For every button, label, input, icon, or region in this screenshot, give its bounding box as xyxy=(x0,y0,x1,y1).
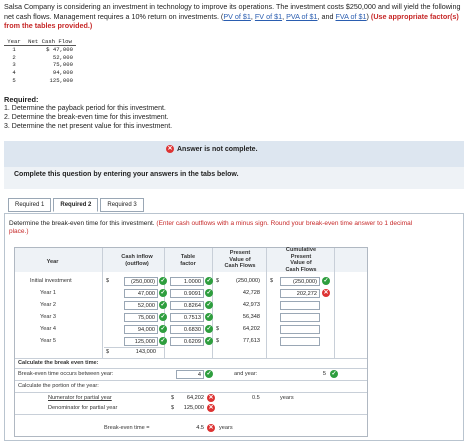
check-circle-icon: ✓ xyxy=(159,313,167,321)
portion-label: Calculate the portion of the year: xyxy=(18,383,99,389)
check-circle-icon: ✓ xyxy=(205,370,213,378)
break-even-unit: years xyxy=(219,425,233,431)
tab-bar: Required 1 Required 2 Required 3 xyxy=(8,198,146,212)
cash-input[interactable]: (250,000) xyxy=(124,277,158,286)
cum-input[interactable] xyxy=(280,313,320,322)
pv-value: 56,348 xyxy=(222,313,262,322)
fv-table-link[interactable]: FV of $1 xyxy=(255,12,282,21)
row-label: Year 5 xyxy=(40,338,56,344)
net-cash-flow-table: Year Net Cash Flow 1 $ 47,000 2 52,000 3 75… xyxy=(4,38,76,84)
factor-input[interactable]: 0.6209 xyxy=(170,337,204,346)
years-label: years xyxy=(280,395,294,401)
x-circle-icon: ✕ xyxy=(207,394,215,402)
tab-required-2[interactable]: Required 2 xyxy=(53,198,99,212)
pv-value: (250,000) xyxy=(222,277,262,286)
factor-input[interactable]: 0.6830 xyxy=(170,325,204,334)
row-label: Initial investment xyxy=(30,278,72,284)
required-item: 2. Determine the break-even time for thi… xyxy=(4,113,169,121)
problem-intro: Salsa Company is considering an investme… xyxy=(4,2,461,30)
tab-required-3[interactable]: Required 3 xyxy=(100,198,144,212)
check-circle-icon: ✓ xyxy=(205,301,213,309)
pv-value: 42,973 xyxy=(222,301,262,310)
check-circle-icon: ✓ xyxy=(205,325,213,333)
break-even-input[interactable]: 4.5 xyxy=(176,424,206,433)
check-circle-icon: ✓ xyxy=(159,325,167,333)
x-circle-icon: ✕ xyxy=(207,424,215,432)
table-row: 5 125,000 xyxy=(12,76,73,84)
fva-table-link[interactable]: FVA of $1 xyxy=(336,12,367,21)
check-circle-icon: ✓ xyxy=(330,370,338,378)
col-factor-header: Table factor xyxy=(180,254,196,267)
col-year: Year xyxy=(4,38,24,46)
row-label: Year 2 xyxy=(40,302,56,308)
check-circle-icon: ✓ xyxy=(159,301,167,309)
panel-message: Complete this question by entering your … xyxy=(14,171,239,178)
row-label: Year 4 xyxy=(40,326,56,332)
table-row: 3 75,000 xyxy=(12,61,73,69)
x-circle-icon: ✕ xyxy=(322,289,330,297)
between-label: Break-even time occurs between year: xyxy=(18,371,114,377)
pv-table-link[interactable]: PV of $1 xyxy=(223,12,251,21)
cum-input[interactable] xyxy=(280,337,320,346)
numerator-input[interactable]: 64,202 xyxy=(178,394,206,403)
pva-table-link[interactable]: PVA of $1 xyxy=(286,12,317,21)
col-cum-header: Cumulative Present Value of Cash Flows xyxy=(285,247,317,273)
cash-input[interactable]: 125,000 xyxy=(124,337,158,346)
factor-input[interactable]: 1.0000 xyxy=(170,277,204,286)
check-circle-icon: ✓ xyxy=(322,277,330,285)
factor-input[interactable]: 0.8264 xyxy=(170,301,204,310)
factor-input[interactable]: 0.7513 xyxy=(170,313,204,322)
cum-input[interactable] xyxy=(280,301,320,310)
numerator-label: Numerator for partial year xyxy=(48,395,112,401)
pv-value: 64,202 xyxy=(222,325,262,334)
required-item: 3. Determine the net present value for t… xyxy=(4,122,173,130)
check-circle-icon: ✓ xyxy=(159,277,167,285)
col-cash-header: Cash inflow (outflow) xyxy=(121,254,153,267)
pv-value: 77,613 xyxy=(222,337,262,346)
between-year-b-input[interactable]: 5 xyxy=(300,370,328,379)
tab-required-1[interactable]: Required 1 xyxy=(8,198,52,212)
cash-input[interactable]: 52,000 xyxy=(124,301,158,310)
row-label: Year 1 xyxy=(40,290,56,296)
check-circle-icon: ✓ xyxy=(205,337,213,345)
table-row: 2 52,000 xyxy=(12,53,73,61)
calc-title: Calculate the break even time: xyxy=(18,360,99,366)
x-circle-icon: ✕ xyxy=(207,404,215,412)
cash-input[interactable]: 75,000 xyxy=(124,313,158,322)
denominator-input[interactable]: 125,000 xyxy=(178,404,206,413)
required-item: 1. Determine the payback period for this… xyxy=(4,105,166,112)
row-label: Year 3 xyxy=(40,314,56,320)
break-even-label: Break-even time = xyxy=(104,425,150,431)
required-title: Required: xyxy=(4,95,39,104)
pv-value: 42,728 xyxy=(222,289,262,298)
total-cash: 143,000 xyxy=(124,348,158,357)
denominator-label: Denominator for partial year xyxy=(48,405,118,411)
col-net-cash-flow: Net Cash Flow xyxy=(24,38,76,46)
col-pv-header: Present Value of Cash Flows xyxy=(224,250,256,269)
and-label: and year: xyxy=(234,371,258,377)
required-list: 1. Determine the payback period for this… xyxy=(4,105,172,131)
table-row: 4 94,000 xyxy=(12,69,73,77)
cash-input[interactable]: 94,000 xyxy=(124,325,158,334)
check-circle-icon: ✓ xyxy=(205,277,213,285)
cum-input[interactable] xyxy=(280,325,320,334)
cum-input[interactable]: 202,272 xyxy=(280,289,320,298)
table-row: 1 $ 47,000 xyxy=(12,46,73,54)
check-circle-icon: ✓ xyxy=(205,313,213,321)
check-circle-icon: ✓ xyxy=(159,337,167,345)
col-year-header: Year xyxy=(46,259,59,265)
cum-input[interactable]: (250,000) xyxy=(280,277,320,286)
between-year-a-input[interactable]: 4 xyxy=(176,370,204,379)
factor-input[interactable]: 0.9091 xyxy=(170,289,204,298)
x-circle-icon: ✕ xyxy=(166,145,174,153)
cash-input[interactable]: 47,000 xyxy=(124,289,158,298)
check-circle-icon: ✓ xyxy=(159,289,167,297)
tab-instructions: Determine the break-even time for this i… xyxy=(9,220,413,235)
portion-value: 0.5 xyxy=(252,395,260,401)
answer-status: ✕ Answer is not complete. xyxy=(166,145,258,153)
check-circle-icon: ✓ xyxy=(205,289,213,297)
